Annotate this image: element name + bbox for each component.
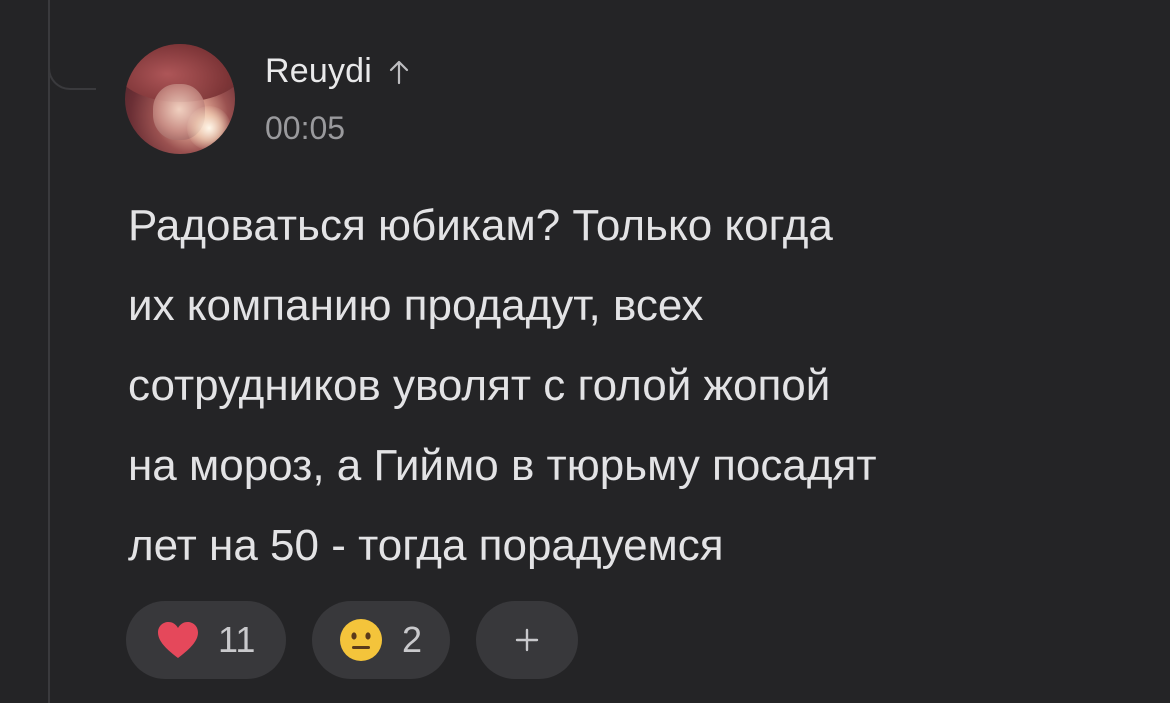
neutral-face-icon [340, 619, 382, 661]
heart-icon [158, 622, 198, 658]
add-reaction-button[interactable] [476, 601, 578, 679]
comment-text: Радоваться юбикам? Только когда их компа… [128, 186, 1028, 586]
comment-author[interactable]: Reuydi [265, 52, 410, 91]
author-name[interactable]: Reuydi [265, 52, 372, 91]
comment-text-line: Радоваться юбикам? Только когда [128, 201, 833, 250]
comment-text-line: на мороз, а Гиймо в тюрьму посадят [128, 441, 877, 490]
comment-text-line: сотрудников уволят с голой жопой [128, 361, 831, 410]
thread-line [48, 0, 50, 703]
reactions-bar: 11 2 [126, 601, 578, 679]
comment-page: Reuydi 00:05 Радоваться юбикам? Только к… [0, 0, 1170, 703]
emoji-reaction-button[interactable]: 2 [312, 601, 450, 679]
like-count: 11 [218, 619, 256, 660]
comment-text-line: лет на 50 - тогда порадуемся [128, 521, 724, 570]
plus-icon [515, 628, 539, 652]
emoji-reaction-count: 2 [402, 619, 423, 660]
like-reaction-button[interactable]: 11 [126, 601, 286, 679]
comment-text-line: их компанию продадут, всех [128, 281, 704, 330]
thread-branch-connector [48, 0, 96, 90]
avatar[interactable] [125, 44, 235, 154]
comment-timestamp: 00:05 [265, 110, 346, 146]
arrow-up-icon [389, 60, 409, 84]
